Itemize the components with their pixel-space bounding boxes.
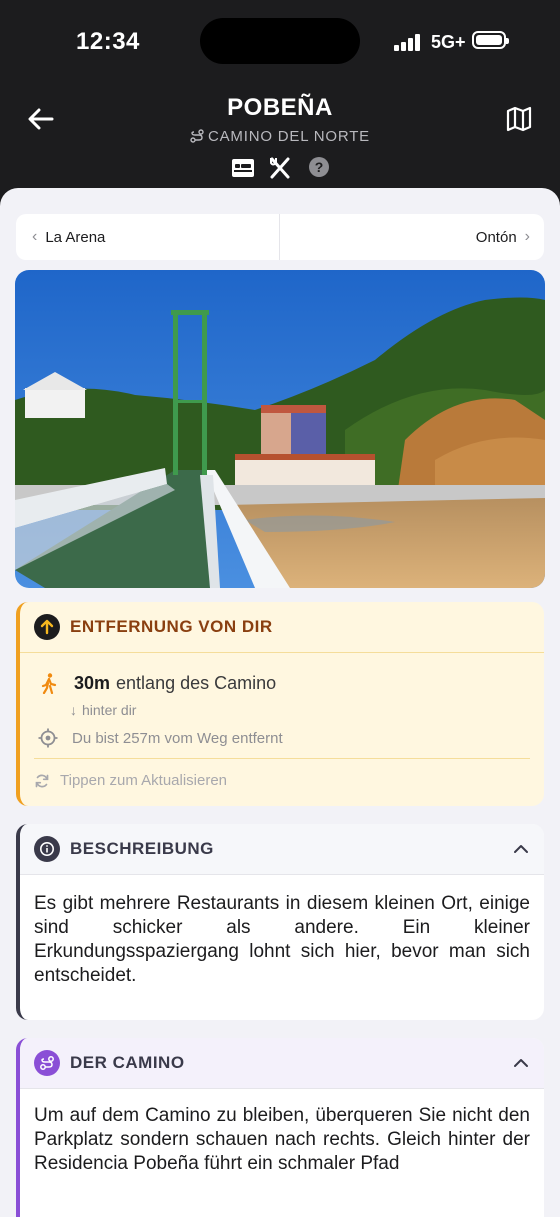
description-title: BESCHREIBUNG bbox=[70, 839, 214, 858]
amenity-icons: ? bbox=[230, 156, 330, 182]
distance-divider bbox=[34, 758, 530, 759]
dynamic-island bbox=[200, 18, 360, 64]
off-route-row: Du bist 257m vom Weg entfernt bbox=[38, 728, 283, 748]
distance-row: 30m entlang des Camino bbox=[38, 672, 276, 694]
stage-navigation: ‹ La Arena Ontón › bbox=[16, 214, 544, 260]
next-stop-label: Ontón bbox=[475, 228, 517, 246]
signal-icon bbox=[394, 33, 424, 51]
subtitle-text: CAMINO DEL NORTE bbox=[208, 128, 370, 145]
battery-icon bbox=[472, 31, 509, 49]
svg-text:?: ? bbox=[315, 159, 324, 175]
behind-row: ↓ hinter dir bbox=[70, 702, 136, 718]
camino-title: DER CAMINO bbox=[70, 1053, 185, 1072]
chevron-up-icon[interactable] bbox=[512, 840, 530, 858]
crosshair-icon bbox=[38, 728, 58, 748]
refresh-label: Tippen zum Aktualisieren bbox=[60, 772, 228, 789]
info-icon bbox=[34, 836, 60, 862]
content-sheet: ‹ La Arena Ontón › ENTFERNUNG VON DIR 30… bbox=[0, 188, 560, 1217]
distance-amount: 30m bbox=[74, 672, 111, 693]
help-icon: ? bbox=[308, 156, 330, 183]
header: POBEÑA CAMINO DEL NORTE ? bbox=[0, 80, 560, 190]
down-arrow-icon: ↓ bbox=[70, 702, 77, 718]
description-header[interactable]: BESCHREIBUNG bbox=[20, 824, 544, 875]
description-text: Es gibt mehrere Restaurants in diesem kl… bbox=[34, 893, 530, 986]
chevron-right-icon: › bbox=[524, 228, 530, 245]
route-subtitle: CAMINO DEL NORTE bbox=[0, 128, 560, 145]
map-icon bbox=[506, 106, 532, 132]
chevron-up-icon[interactable] bbox=[512, 1054, 530, 1072]
status-bar: 12:34 5G+ bbox=[0, 0, 560, 80]
bed-icon bbox=[230, 156, 256, 185]
map-button[interactable] bbox=[504, 104, 534, 134]
walk-icon bbox=[41, 673, 57, 694]
refresh-icon bbox=[35, 774, 49, 787]
description-card: BESCHREIBUNG Es gibt mehrere Restaurants… bbox=[16, 824, 544, 1020]
camino-card: DER CAMINO Um auf dem Camino zu bleiben,… bbox=[16, 1038, 544, 1217]
camino-header[interactable]: DER CAMINO bbox=[20, 1038, 544, 1089]
camino-text: Um auf dem Camino zu bleiben, überqueren… bbox=[34, 1105, 530, 1174]
previous-stop-label: La Arena bbox=[45, 228, 106, 246]
distance-title: ENTFERNUNG VON DIR bbox=[70, 617, 273, 636]
previous-stop-button[interactable]: ‹ La Arena bbox=[16, 214, 279, 260]
off-route-label: Du bist 257m vom Weg entfernt bbox=[72, 729, 283, 747]
location-photo[interactable] bbox=[15, 270, 545, 588]
status-time: 12:34 bbox=[76, 28, 140, 55]
distance-along: entlang des Camino bbox=[116, 672, 277, 693]
distance-card-header: ENTFERNUNG VON DIR bbox=[20, 602, 544, 653]
route-icon bbox=[190, 129, 204, 143]
chevron-left-icon: ‹ bbox=[32, 228, 38, 245]
behind-label: hinter dir bbox=[82, 702, 137, 718]
up-arrow-icon bbox=[34, 614, 60, 640]
network-type: 5G+ bbox=[431, 32, 466, 52]
refresh-row[interactable]: Tippen zum Aktualisieren bbox=[34, 772, 227, 789]
distance-card[interactable]: ENTFERNUNG VON DIR 30m entlang des Camin… bbox=[16, 602, 544, 806]
page-title: POBEÑA bbox=[227, 94, 333, 121]
restaurant-icon bbox=[268, 156, 294, 185]
route-icon bbox=[34, 1050, 60, 1076]
next-stop-button[interactable]: Ontón › bbox=[280, 214, 544, 260]
